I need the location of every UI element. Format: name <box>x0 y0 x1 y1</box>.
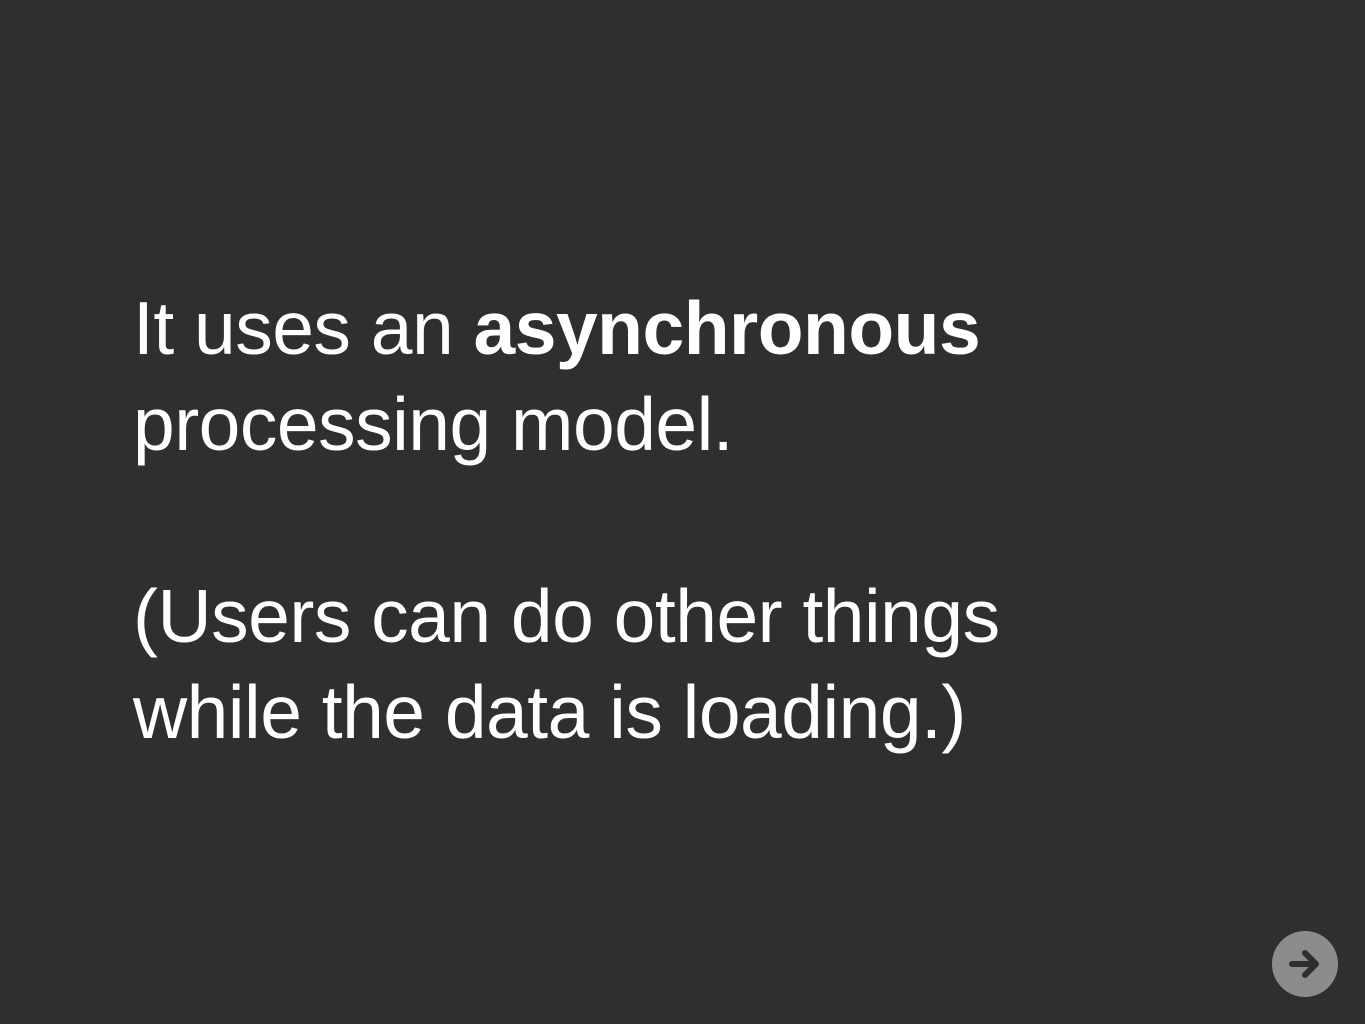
arrow-right-icon <box>1285 944 1325 984</box>
slide-content: It uses an asynchronous processing model… <box>133 280 1233 760</box>
text-regular: It uses an <box>133 286 474 370</box>
paragraph-users-note: (Users can do other things while the dat… <box>133 568 1233 760</box>
paragraph-line: while the data is loading.) <box>133 670 966 754</box>
slide: It uses an asynchronous processing model… <box>0 0 1365 1024</box>
paragraph-line: (Users can do other things <box>133 574 1000 658</box>
paragraph-async-model: It uses an asynchronous processing model… <box>133 280 1233 472</box>
paragraph-line: processing model. <box>133 382 734 466</box>
text-bold-asynchronous: asynchronous <box>473 286 981 370</box>
paragraph-line: It uses an asynchronous <box>133 280 1233 376</box>
next-slide-button[interactable] <box>1272 931 1338 997</box>
